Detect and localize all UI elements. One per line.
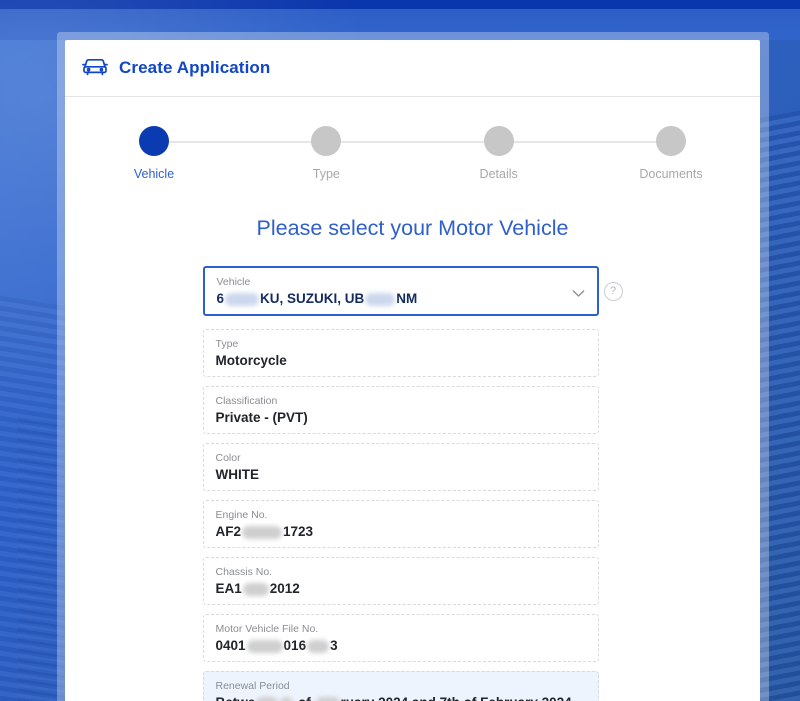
field-type: Type Motorcycle bbox=[202, 329, 599, 377]
vehicle-value-suffix: NM bbox=[396, 291, 418, 306]
create-application-card: Create Application Vehicle Type Details bbox=[65, 40, 760, 701]
file-no-mid: 016 bbox=[283, 638, 307, 653]
step-label-details: Details bbox=[479, 167, 518, 181]
field-classification: Classification Private - (PVT) bbox=[202, 386, 599, 434]
field-engine-no: Engine No. AF2 1723 bbox=[202, 500, 599, 548]
field-label: Motor Vehicle File No. bbox=[215, 623, 319, 635]
engine-no-suffix: 1723 bbox=[283, 524, 314, 539]
field-value: Betwe of ruary 2024 and 7th of February … bbox=[216, 693, 586, 701]
field-label: Renewal Period bbox=[215, 680, 290, 692]
step-dot-type bbox=[311, 126, 342, 156]
redacted-block bbox=[365, 292, 396, 306]
vehicle-select-label: Vehicle bbox=[216, 276, 251, 288]
vehicle-form: Vehicle 6 KU, SUZUKI, UB NM ? Type Motorcy… bbox=[202, 266, 623, 701]
redacted-block bbox=[280, 696, 294, 701]
field-value: 0401 016 3 bbox=[216, 636, 586, 655]
field-label: Classification bbox=[215, 395, 278, 407]
step-dot-documents bbox=[655, 126, 686, 156]
step-vehicle[interactable]: Vehicle bbox=[100, 126, 208, 181]
field-label: Color bbox=[215, 452, 241, 464]
page-background: Create Application Vehicle Type Details bbox=[0, 0, 800, 701]
step-type[interactable]: Type bbox=[272, 126, 380, 181]
step-label-documents: Documents bbox=[639, 167, 703, 181]
section-heading: Please select your Motor Vehicle bbox=[256, 216, 569, 240]
field-label: Engine No. bbox=[215, 509, 268, 521]
field-chassis-no: Chassis No. EA1 2012 bbox=[202, 557, 599, 605]
redacted-block bbox=[246, 639, 283, 653]
step-dot-vehicle bbox=[139, 126, 169, 156]
progress-stepper: Vehicle Type Details Documents bbox=[100, 126, 725, 190]
redacted-block bbox=[242, 525, 283, 539]
field-label: Type bbox=[215, 338, 239, 350]
redacted-block bbox=[315, 696, 340, 701]
field-label: Chassis No. bbox=[215, 566, 273, 578]
redacted-block bbox=[307, 639, 330, 653]
card-header: Create Application bbox=[65, 40, 760, 97]
vehicle-select-value: 6 KU, SUZUKI, UB NM bbox=[217, 289, 563, 308]
chassis-no-suffix: 2012 bbox=[269, 581, 300, 596]
vehicle-value-mid: KU, SUZUKI, UB bbox=[260, 291, 365, 306]
field-color: Color WHITE bbox=[202, 443, 599, 491]
chassis-no-prefix: EA1 bbox=[215, 581, 242, 596]
renewal-suffix: ruary 2024 and 7th of February 2024 bbox=[341, 695, 572, 701]
renewal-mid: of bbox=[298, 695, 311, 701]
renewal-prefix: Betwe bbox=[216, 695, 256, 701]
page-title: Create Application bbox=[119, 58, 271, 77]
redacted-block bbox=[225, 292, 260, 306]
help-icon[interactable]: ? bbox=[603, 282, 623, 301]
file-no-suffix: 3 bbox=[330, 638, 338, 653]
field-value: EA1 2012 bbox=[216, 579, 586, 598]
vehicle-select[interactable]: Vehicle 6 KU, SUZUKI, UB NM ? bbox=[202, 266, 623, 316]
step-details[interactable]: Details bbox=[445, 126, 553, 181]
field-value: Private - (PVT) bbox=[215, 410, 308, 425]
field-renewal-period: Renewal Period Betwe of ruary 2024 and 7… bbox=[202, 671, 599, 701]
step-label-type: Type bbox=[312, 167, 340, 181]
step-label-vehicle: Vehicle bbox=[133, 167, 175, 181]
engine-no-prefix: AF2 bbox=[215, 524, 242, 539]
step-documents[interactable]: Documents bbox=[617, 126, 725, 181]
field-value: Motorcycle bbox=[215, 353, 287, 368]
vehicle-value-prefix: 6 bbox=[216, 291, 225, 306]
car-icon bbox=[82, 56, 108, 81]
field-value: WHITE bbox=[215, 467, 260, 482]
field-value: AF2 1723 bbox=[216, 522, 586, 541]
redacted-block bbox=[242, 582, 269, 596]
redacted-block bbox=[256, 696, 279, 701]
step-dot-details bbox=[483, 126, 514, 156]
file-no-prefix: 0401 bbox=[215, 638, 246, 653]
chevron-down-icon[interactable] bbox=[572, 285, 585, 303]
field-motor-vehicle-file-no: Motor Vehicle File No. 0401 016 3 bbox=[202, 614, 599, 662]
